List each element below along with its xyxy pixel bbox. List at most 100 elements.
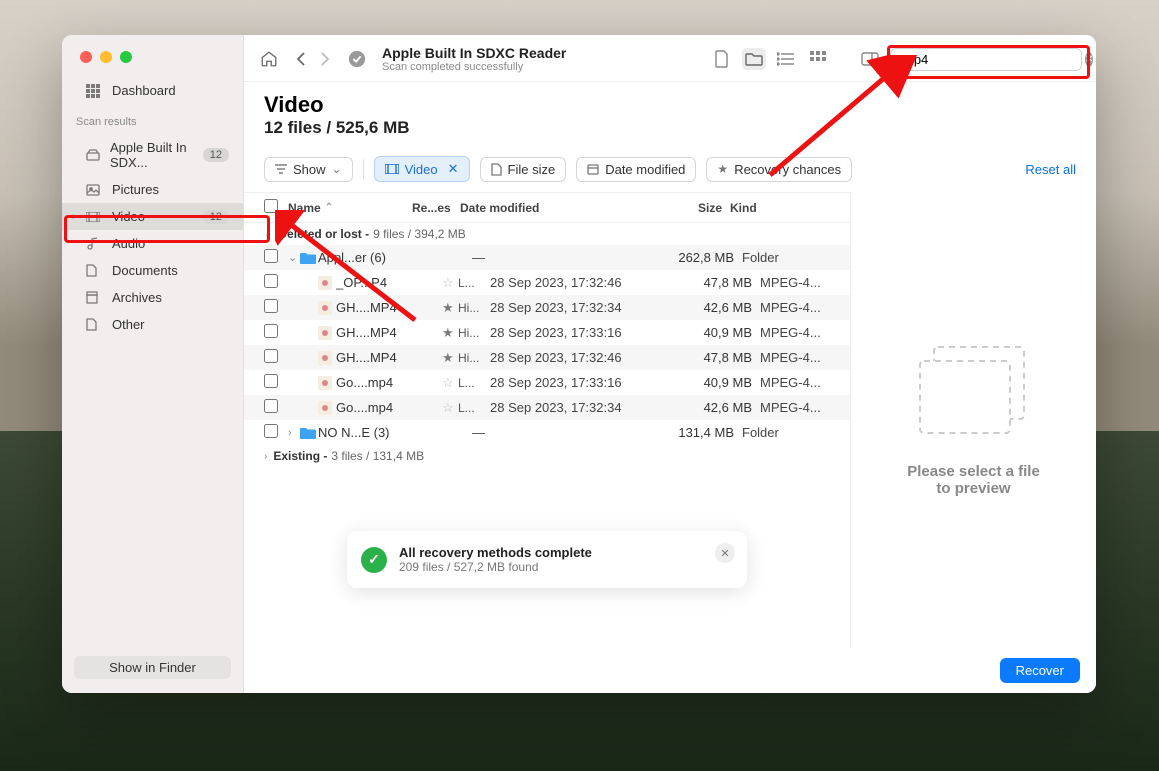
sidebar: Dashboard Scan results Apple Built In SD… [62, 35, 244, 693]
filter-recovery-chip[interactable]: ★ Recovery chances [706, 157, 852, 182]
archive-icon [86, 291, 102, 304]
show-in-finder-button[interactable]: Show in Finder [74, 656, 231, 679]
sidebar-item-video[interactable]: › Video 12 [62, 203, 243, 230]
video-file-icon [318, 376, 336, 390]
close-toast-button[interactable]: ✕ [715, 543, 735, 563]
row-recovery: Hi... [458, 301, 490, 315]
chevron-icon[interactable]: ⌄ [288, 251, 300, 264]
checkmark-icon: ✓ [361, 547, 387, 573]
preview-text-2: to preview [907, 480, 1040, 497]
view-folder-icon[interactable] [742, 48, 766, 70]
reset-all-link[interactable]: Reset all [1025, 162, 1076, 177]
sidebar-item-label: Archives [112, 290, 162, 305]
select-all-checkbox[interactable] [264, 199, 278, 213]
filter-filesize-chip[interactable]: File size [480, 157, 567, 182]
row-name: Go....mp4 [336, 375, 442, 390]
row-date: — [472, 425, 648, 440]
back-button[interactable] [290, 48, 312, 70]
row-date: 28 Sep 2023, 17:33:16 [490, 375, 666, 390]
row-name: GH....MP4 [336, 350, 442, 365]
view-list-icon[interactable] [774, 48, 798, 70]
row-recovery: L... [458, 376, 490, 390]
sidebar-item-image[interactable]: Pictures [62, 176, 243, 203]
filter-video-chip[interactable]: Video ✕ [374, 156, 470, 182]
chevron-down-icon: ⌄ [332, 162, 342, 176]
document-icon [491, 163, 502, 176]
video-file-icon [318, 276, 336, 290]
show-dropdown[interactable]: Show ⌄ [264, 157, 353, 182]
file-table: Name⌃ Re...es Date modified Size Kind ⌄ … [244, 192, 850, 648]
col-date[interactable]: Date modified [460, 201, 636, 215]
sidebar-item-audio[interactable]: Audio [62, 230, 243, 257]
col-size[interactable]: Size [636, 201, 730, 215]
col-recovery[interactable]: Re...es [412, 201, 460, 215]
sidebar-item-other[interactable]: Other [62, 311, 243, 338]
table-row-file[interactable]: Go....mp4 ☆ L... 28 Sep 2023, 17:33:16 4… [244, 370, 850, 395]
row-checkbox[interactable] [264, 399, 278, 413]
row-checkbox[interactable] [264, 299, 278, 313]
row-date: 28 Sep 2023, 17:32:46 [490, 275, 666, 290]
table-row-file[interactable]: Go....mp4 ☆ L... 28 Sep 2023, 17:32:34 4… [244, 395, 850, 420]
sidebar-item-dashboard[interactable]: Dashboard [62, 77, 243, 104]
sidebar-item-archive[interactable]: Archives [62, 284, 243, 311]
search-field[interactable]: ✕ [890, 48, 1082, 71]
table-row-folder[interactable]: › NO N...E (3) — 131,4 MB Folder [244, 420, 850, 445]
row-kind: MPEG-4... [760, 350, 830, 365]
row-kind: Folder [742, 250, 812, 265]
video-file-icon [318, 351, 336, 365]
col-kind[interactable]: Kind [730, 201, 800, 215]
row-size: 262,8 MB [648, 250, 742, 265]
completion-toast: ✓ All recovery methods complete 209 file… [347, 531, 747, 588]
row-name: Go....mp4 [336, 400, 442, 415]
filter-datemod-chip[interactable]: Date modified [576, 157, 696, 182]
section-existing[interactable]: › Existing - 3 files / 131,4 MB [244, 445, 850, 467]
search-input[interactable] [903, 52, 1079, 67]
view-grid-icon[interactable] [806, 48, 830, 70]
folder-icon [300, 427, 318, 439]
chevron-right-icon: › [72, 211, 75, 222]
filter-bar: Show ⌄ Video ✕ File size [244, 142, 1096, 192]
page-subtitle: 12 files / 525,6 MB [264, 118, 1076, 138]
docs-icon [86, 264, 102, 277]
sidebar-toggle-icon[interactable] [858, 48, 882, 70]
other-icon [86, 318, 102, 331]
chevron-down-icon: ⌄ [264, 229, 272, 240]
col-name[interactable]: Name⌃ [288, 201, 412, 215]
recover-button[interactable]: Recover [1000, 658, 1080, 683]
row-checkbox[interactable] [264, 349, 278, 363]
row-checkbox[interactable] [264, 424, 278, 438]
toast-title: All recovery methods complete [399, 545, 592, 560]
row-date: 28 Sep 2023, 17:32:34 [490, 400, 666, 415]
preview-panel: Please select a file to preview [850, 192, 1096, 648]
table-row-folder[interactable]: ⌄ Appl...er (6) — 262,8 MB Folder [244, 245, 850, 270]
row-checkbox[interactable] [264, 249, 278, 263]
sidebar-item-label: Documents [112, 263, 178, 278]
table-row-file[interactable]: GH....MP4 ★ Hi... 28 Sep 2023, 17:32:34 … [244, 295, 850, 320]
toolbar-title-block: Apple Built In SDXC Reader Scan complete… [382, 45, 566, 73]
sidebar-item-docs[interactable]: Documents [62, 257, 243, 284]
section-deleted[interactable]: ⌄ Deleted or lost - 9 files / 394,2 MB [244, 223, 850, 245]
maximize-window-button[interactable] [120, 51, 132, 63]
minimize-window-button[interactable] [100, 51, 112, 63]
close-icon[interactable]: ✕ [448, 161, 459, 177]
sidebar-item-label: Pictures [112, 182, 159, 197]
row-recovery: Hi... [458, 351, 490, 365]
row-checkbox[interactable] [264, 374, 278, 388]
table-row-file[interactable]: GH....MP4 ★ Hi... 28 Sep 2023, 17:32:46 … [244, 345, 850, 370]
sidebar-item-drive[interactable]: Apple Built In SDX... 12 [62, 134, 243, 176]
row-recovery: L... [458, 276, 490, 290]
table-row-file[interactable]: _OP...P4 ☆ L... 28 Sep 2023, 17:32:46 47… [244, 270, 850, 295]
row-checkbox[interactable] [264, 324, 278, 338]
close-window-button[interactable] [80, 51, 92, 63]
forward-button[interactable] [314, 48, 336, 70]
row-size: 131,4 MB [648, 425, 742, 440]
chevron-icon[interactable]: › [288, 427, 300, 439]
table-row-file[interactable]: GH....MP4 ★ Hi... 28 Sep 2023, 17:33:16 … [244, 320, 850, 345]
audio-icon [86, 237, 102, 251]
preview-text-1: Please select a file [907, 463, 1040, 480]
row-checkbox[interactable] [264, 274, 278, 288]
view-document-icon[interactable] [710, 48, 734, 70]
home-button[interactable] [258, 48, 280, 70]
clear-search-button[interactable]: ✕ [1085, 52, 1093, 67]
toolbar-subtitle: Scan completed successfully [382, 61, 566, 73]
